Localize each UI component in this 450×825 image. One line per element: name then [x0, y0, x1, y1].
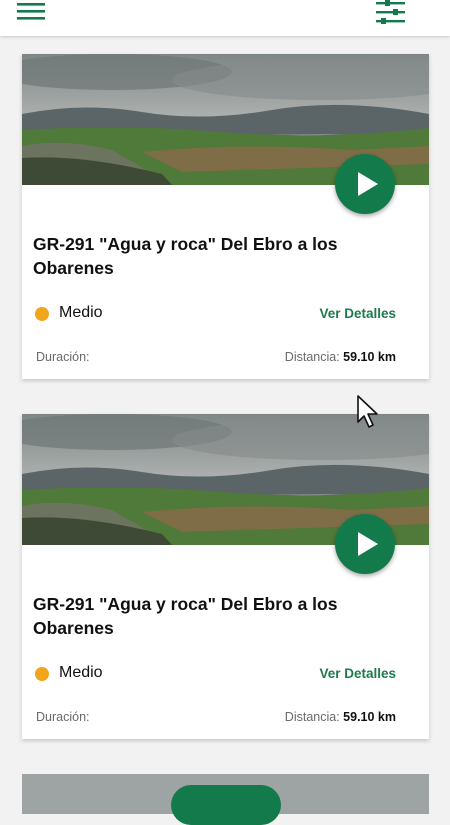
play-icon	[358, 172, 378, 196]
distance-value: 59.10 km	[343, 350, 396, 364]
view-details-link[interactable]: Ver Detalles	[319, 306, 396, 321]
route-title: GR-291 "Agua y roca" Del Ebro a los Obar…	[33, 594, 338, 638]
difficulty-label: Medio	[59, 664, 103, 681]
distance-value: 59.10 km	[343, 710, 396, 724]
duration-label: Duración:	[36, 350, 90, 364]
menu-button[interactable]	[16, 0, 50, 30]
distance-label: Distancia:	[284, 710, 340, 724]
play-button[interactable]	[335, 154, 395, 214]
route-title: GR-291 "Agua y roca" Del Ebro a los Obar…	[33, 234, 338, 278]
play-icon	[358, 532, 378, 556]
app-bar	[0, 0, 450, 36]
duration-label: Duración:	[36, 710, 90, 724]
filter-button[interactable]	[372, 0, 410, 30]
difficulty-indicator	[35, 667, 49, 681]
filter-sliders-icon	[376, 0, 405, 24]
route-card[interactable]: GR-291 "Agua y roca" Del Ebro a los Obar…	[22, 54, 429, 379]
distance-info: Distancia: 59.10 km	[285, 710, 396, 724]
floating-action-button[interactable]	[171, 785, 281, 825]
play-button[interactable]	[335, 514, 395, 574]
distance-label: Distancia:	[284, 350, 340, 364]
route-card[interactable]: GR-291 "Agua y roca" Del Ebro a los Obar…	[22, 414, 429, 739]
distance-info: Distancia: 59.10 km	[285, 350, 396, 364]
menu-icon	[17, 3, 45, 20]
mouse-cursor-icon	[357, 395, 378, 428]
view-details-link[interactable]: Ver Detalles	[319, 666, 396, 681]
difficulty-indicator	[35, 307, 49, 321]
difficulty-label: Medio	[59, 304, 103, 321]
